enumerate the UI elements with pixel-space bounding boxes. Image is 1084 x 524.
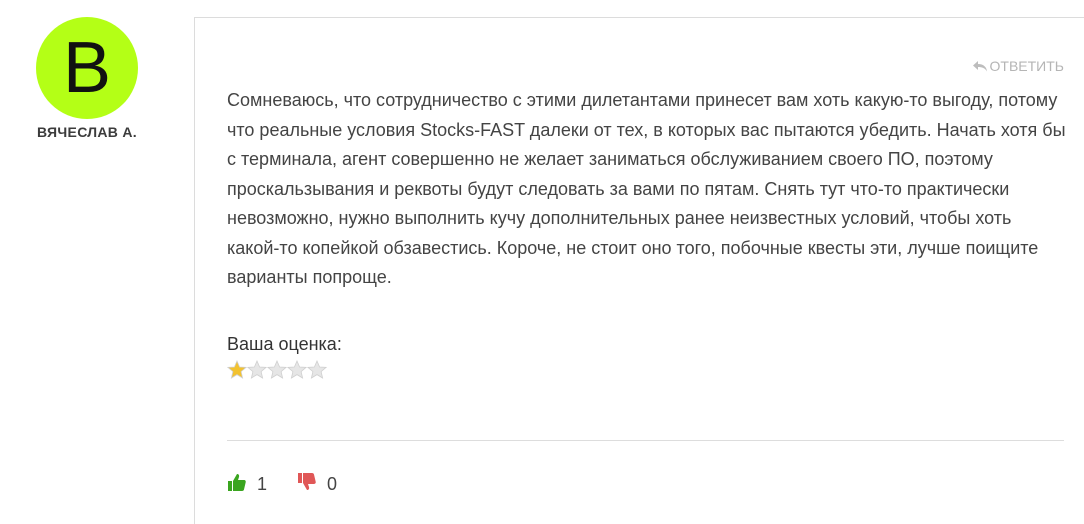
star-icon-5[interactable] (307, 360, 327, 380)
star-icon-3[interactable] (267, 360, 287, 380)
reply-label: ОТВЕТИТЬ (989, 58, 1064, 74)
star-icon-4[interactable] (287, 360, 307, 380)
divider (227, 440, 1064, 441)
thumbs-up-icon (227, 472, 247, 497)
comment-author: B ВЯЧЕСЛАВ А. (0, 0, 180, 524)
rating-label: Ваша оценка: (227, 334, 342, 354)
thumbs-down-icon (297, 472, 317, 497)
reply-button[interactable]: ОТВЕТИТЬ (972, 58, 1064, 74)
votes: 1 0 (227, 472, 337, 497)
star-icon-1[interactable] (227, 360, 247, 380)
like-count: 1 (257, 474, 268, 494)
avatar-letter: B (62, 28, 112, 108)
comment-card: ОТВЕТИТЬ Сомневаюсь, что сотрудничество … (194, 17, 1084, 524)
reply-arrow-icon (972, 59, 988, 73)
like-button[interactable]: 1 (227, 472, 267, 497)
star-icon-2[interactable] (247, 360, 267, 380)
author-name: ВЯЧЕСЛАВ А. (37, 124, 137, 140)
dislike-button[interactable]: 0 (297, 472, 337, 497)
comment-text: Сомневаюсь, что сотрудничество с этими д… (227, 90, 1066, 287)
star-rating[interactable] (227, 360, 327, 380)
dislike-count: 0 (327, 474, 338, 494)
avatar: B (36, 17, 138, 119)
